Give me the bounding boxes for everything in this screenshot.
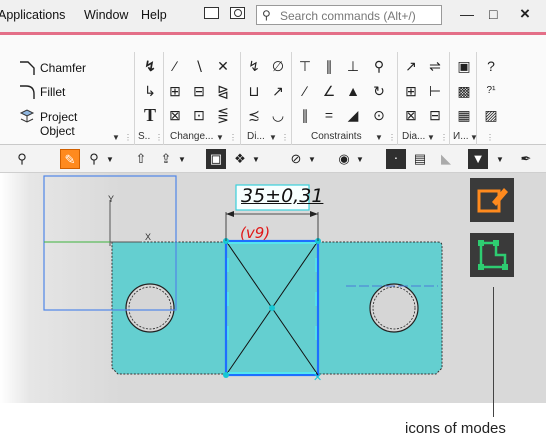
hole-right [369,283,419,333]
sketch-drawing: ✕ [43,175,443,384]
contour-mode-glyph [478,240,508,270]
sketch-edit-mode-icon[interactable] [470,178,514,222]
dimension-value[interactable]: 35±0,31 [241,185,323,207]
callout-line [493,287,494,417]
sketch-mode-glyph [477,188,508,213]
contour-mode-icon[interactable] [470,233,514,277]
axis-x-label: X [145,232,152,242]
axis-y-label: Y [108,194,115,204]
hole-left [125,283,175,333]
caption: icons of modes [405,420,506,437]
constraint-label[interactable]: (v9) [240,224,270,242]
svg-text:✕: ✕ [313,371,322,384]
